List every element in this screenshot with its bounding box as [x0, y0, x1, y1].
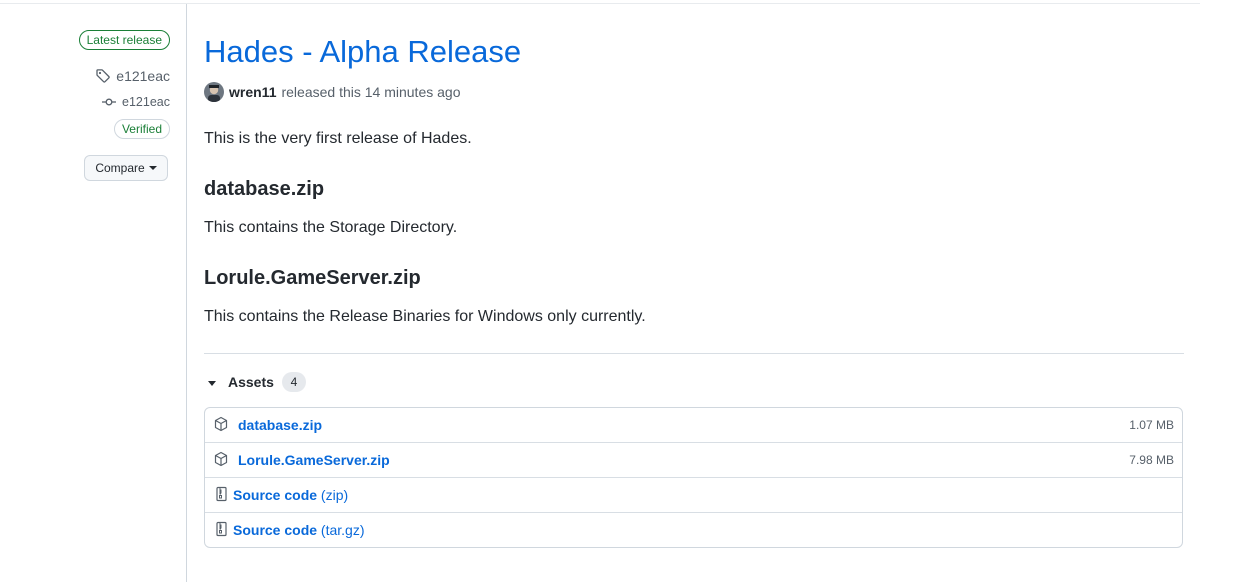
assets-toggle[interactable]: Assets 4	[208, 372, 306, 392]
asset-link-gameserver[interactable]: Lorule.GameServer.zip	[238, 452, 390, 468]
avatar[interactable]	[204, 82, 224, 102]
source-code-targz-link[interactable]: Source code (tar.gz)	[233, 522, 365, 538]
commit-label: e121eac	[122, 95, 170, 109]
assets-list: database.zip 1.07 MB Lorule.GameServer.z…	[204, 407, 1183, 548]
release-title[interactable]: Hades - Alpha Release	[204, 34, 521, 70]
top-border	[0, 3, 1200, 4]
caret-down-icon	[148, 166, 157, 170]
release-byline: wren11 released this 14 minutes ago	[204, 82, 460, 102]
timeline-divider	[186, 4, 187, 582]
asset-row: Lorule.GameServer.zip 7.98 MB	[205, 442, 1182, 477]
section-text-database: This contains the Storage Directory.	[204, 219, 458, 236]
tag-icon	[96, 69, 111, 83]
released-time-text: released this 14 minutes ago	[281, 84, 461, 100]
source-code-label: Source code	[233, 487, 318, 503]
assets-divider	[204, 353, 1184, 354]
compare-label: Compare	[95, 161, 145, 175]
author-link[interactable]: wren11	[229, 84, 276, 100]
section-heading-database: database.zip	[204, 178, 325, 200]
asset-link-database[interactable]: database.zip	[238, 417, 322, 433]
source-code-label: Source code	[233, 522, 318, 538]
package-icon	[214, 416, 228, 432]
source-code-format: (tar.gz)	[320, 522, 365, 538]
file-zip-icon	[216, 521, 227, 537]
release-intro: This is the very first release of Hades.	[204, 130, 472, 147]
verified-badge[interactable]: Verified	[113, 119, 170, 139]
triangle-down-icon	[208, 380, 216, 386]
source-code-zip-link[interactable]: Source code (zip)	[233, 487, 348, 503]
asset-size: 1.07 MB	[1129, 418, 1174, 432]
git-commit-icon	[102, 98, 117, 106]
section-heading-gameserver: Lorule.GameServer.zip	[204, 267, 421, 289]
file-zip-icon	[216, 486, 227, 502]
asset-row: database.zip 1.07 MB	[205, 408, 1182, 442]
section-text-gameserver: This contains the Release Binaries for W…	[204, 308, 646, 325]
tag-label: e121eac	[116, 68, 170, 84]
compare-button[interactable]: Compare	[84, 155, 168, 181]
asset-size: 7.98 MB	[1129, 453, 1174, 467]
asset-row: Source code (tar.gz)	[205, 512, 1182, 547]
assets-count-badge: 4	[281, 372, 306, 392]
release-tag-link[interactable]: e121eac	[95, 68, 170, 84]
package-icon	[214, 451, 228, 467]
source-code-format: (zip)	[320, 487, 349, 503]
assets-label: Assets	[228, 374, 274, 390]
release-commit-link[interactable]: e121eac	[101, 94, 170, 110]
latest-release-badge: Latest release	[78, 30, 170, 50]
asset-row: Source code (zip)	[205, 477, 1182, 512]
